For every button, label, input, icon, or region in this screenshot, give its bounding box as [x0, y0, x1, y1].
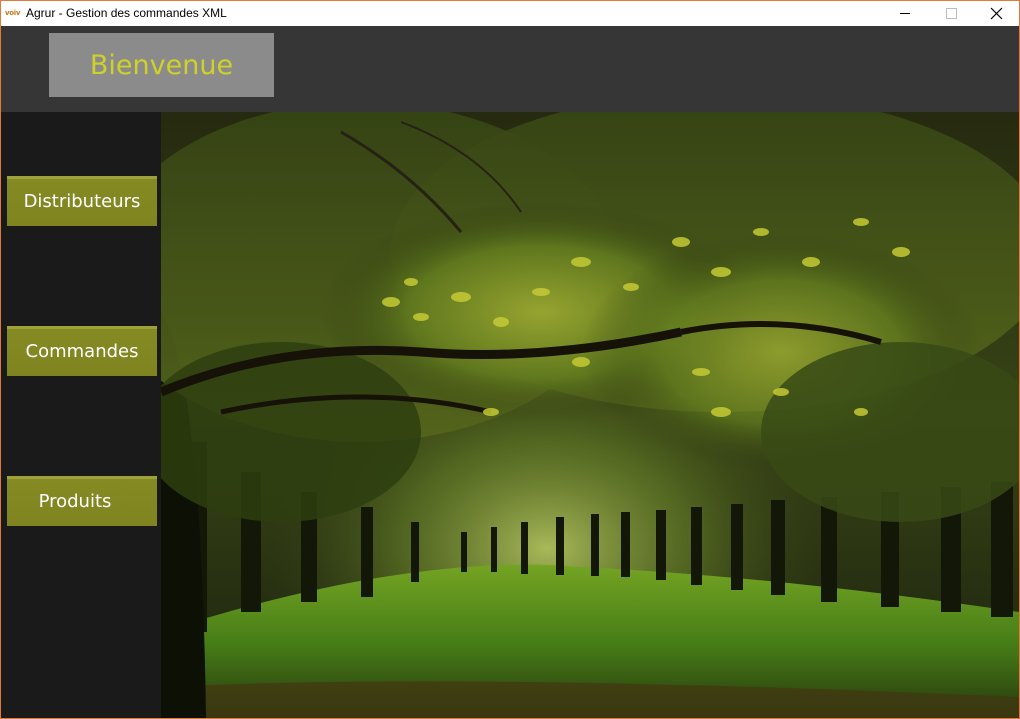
maximize-button[interactable]	[928, 1, 974, 26]
sidebar: Distributeurs Commandes Produits	[1, 112, 161, 718]
commandes-button[interactable]: Commandes	[7, 326, 157, 376]
close-icon	[990, 7, 1002, 20]
produits-label: Produits	[38, 490, 112, 512]
title-bar[interactable]: voiv Agrur - Gestion des commandes XML	[1, 1, 1019, 26]
welcome-banner: Bienvenue	[49, 33, 274, 97]
distributeurs-label: Distributeurs	[23, 190, 141, 212]
header-bar: Bienvenue	[1, 26, 1019, 112]
app-window: voiv Agrur - Gestion des commandes XML B…	[0, 0, 1020, 719]
distributeurs-button[interactable]: Distributeurs	[7, 176, 157, 226]
close-button[interactable]	[973, 1, 1019, 26]
app-icon: voiv	[5, 9, 21, 17]
orchard-illustration	[161, 112, 1019, 718]
minimize-button[interactable]	[882, 1, 928, 26]
commandes-label: Commandes	[25, 340, 139, 362]
produits-button[interactable]: Produits	[7, 476, 157, 526]
window-title: Agrur - Gestion des commandes XML	[26, 6, 227, 20]
minimize-icon	[900, 13, 910, 14]
maximize-icon	[945, 8, 957, 19]
orchard-background-image	[161, 112, 1019, 718]
